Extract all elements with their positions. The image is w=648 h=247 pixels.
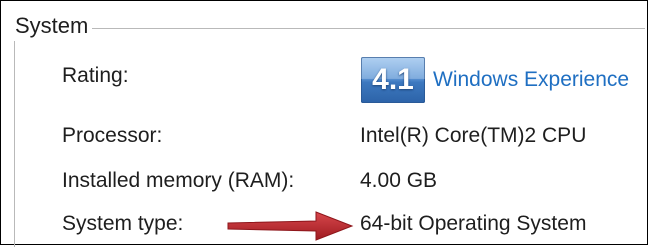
system-type-value: 64-bit Operating System bbox=[360, 212, 587, 235]
processor-label: Processor: bbox=[62, 124, 163, 147]
rating-badge[interactable]: 4.1 bbox=[361, 57, 425, 103]
memory-label: Installed memory (RAM): bbox=[62, 169, 295, 192]
rating-score: 4.1 bbox=[372, 63, 414, 96]
processor-value: Intel(R) Core(TM)2 CPU bbox=[360, 124, 587, 147]
system-type-label: System type: bbox=[62, 212, 184, 235]
windows-experience-link[interactable]: Windows Experience bbox=[433, 66, 629, 94]
right-arrow-icon bbox=[227, 211, 354, 241]
group-title: System bbox=[12, 11, 93, 41]
memory-value: 4.00 GB bbox=[360, 169, 438, 192]
rating-label: Rating: bbox=[62, 64, 129, 87]
